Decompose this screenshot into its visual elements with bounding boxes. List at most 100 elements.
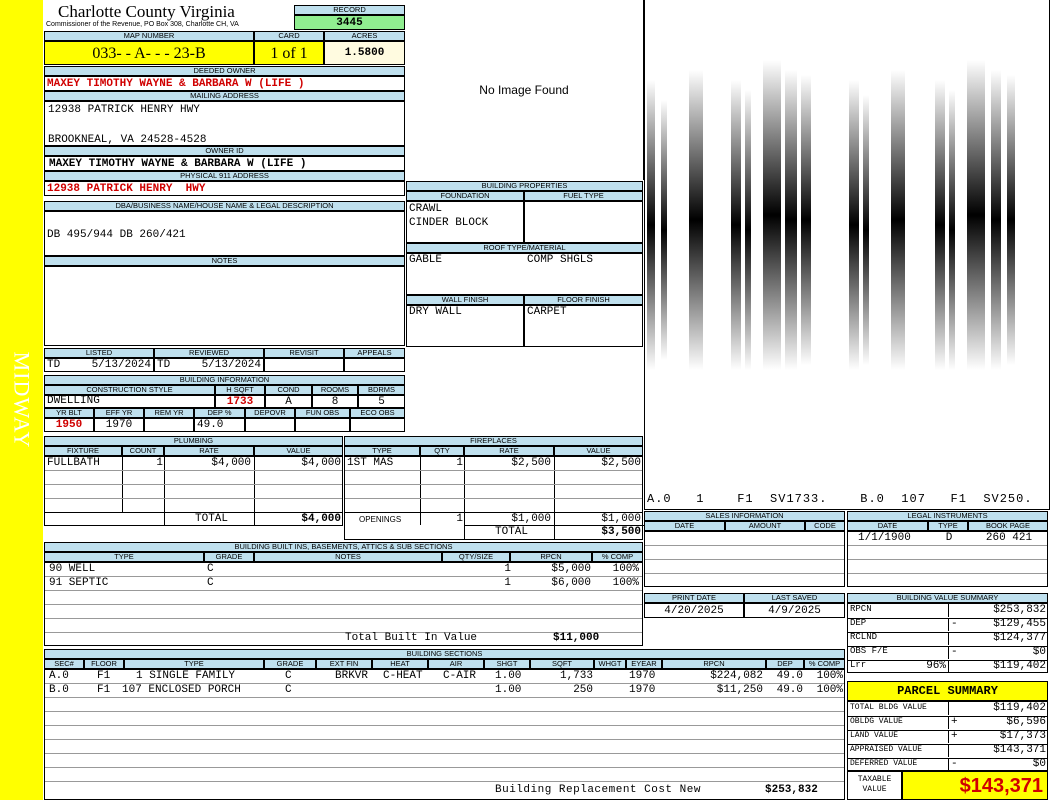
legal-col-header: BOOK PAGE — [968, 521, 1048, 531]
record-header: RECORD — [294, 5, 405, 15]
built-in-grade: C — [207, 563, 214, 575]
section-floor: F1 — [97, 684, 111, 696]
reviewed-date: 5/13/2024 — [201, 359, 261, 371]
no-image-text: No Image Found — [479, 83, 569, 97]
section-shgt: 1.00 — [495, 670, 522, 682]
taxable-label-box: TAXABLE VALUE — [847, 771, 902, 800]
cond-header: COND — [265, 385, 312, 395]
plumbing-col-header: VALUE — [254, 446, 343, 456]
built-in-type: 90 WELL — [49, 563, 96, 575]
sections-col-header: AIR — [428, 659, 484, 669]
built-ins-total-label: Total Built In Value — [345, 632, 478, 644]
section-sec: B.0 — [49, 684, 69, 696]
map-number-header: MAP NUMBER — [44, 31, 254, 41]
fireplaces-total-label: TOTAL — [495, 526, 529, 538]
sections-header: BUILDING SECTIONS — [44, 649, 845, 659]
parcel-row: OBLDG VALUE + $6,596 — [848, 716, 1047, 731]
section-sec: A.0 — [49, 670, 69, 682]
listed-box: TD 5/13/2024 — [44, 358, 154, 372]
summary-value: $253,832 — [948, 604, 1046, 617]
appeals-box — [344, 358, 405, 372]
sections-table: A.0 F1 1 SINGLE FAMILY C BRKVR C-HEAT C-… — [44, 669, 845, 800]
legal-col-header: DATE — [847, 521, 928, 531]
plumbing-table: FULLBATH 1 $4,000 $4,000 TOTAL $4,000 — [44, 456, 343, 526]
fuel-type-box — [524, 201, 643, 243]
sketch-area: A.0 1 F1 SV1733. B.0 107 F1 SV250. — [644, 0, 1050, 510]
yrblt-header: YR BLT — [44, 408, 94, 418]
mailing-line-2 — [45, 119, 404, 134]
building-properties-header: BUILDING PROPERTIES — [406, 181, 643, 191]
physical-address-box: 12938 PATRICK HENRY HWY — [44, 181, 405, 196]
neighborhood-label: MIDWAY — [9, 351, 35, 449]
fireplace-value: $2,500 — [601, 457, 641, 469]
section-sqft: 1,733 — [559, 670, 593, 682]
fuel-type-header: FUEL TYPE — [524, 191, 643, 201]
sections-col-header: DEP — [766, 659, 804, 669]
value-summary-header: BUILDING VALUE SUMMARY — [847, 593, 1048, 603]
sketch-label: SV250. — [983, 492, 1033, 506]
plumbing-header: PLUMBING — [44, 436, 343, 446]
construction-style: DWELLING — [47, 395, 100, 407]
legal-header: LEGAL INSTRUMENTS — [847, 511, 1048, 521]
depovr-header: DEPOVR — [245, 408, 295, 418]
funobs-header: FUN OBS — [295, 408, 350, 418]
summary-value: $0 — [948, 646, 1046, 659]
built-in-qty: 1 — [504, 563, 511, 575]
openings-value: $1,000 — [601, 513, 641, 525]
fireplace-type: 1ST MAS — [347, 457, 394, 469]
construction-box: DWELLING — [44, 395, 215, 408]
sales-col-header: DATE — [644, 521, 725, 531]
table-row: 91 SEPTIC C 1 $6,000 100% — [45, 577, 642, 591]
bdrms-value: 5 — [358, 395, 405, 408]
remodel-year — [144, 418, 194, 432]
legal-type: D — [945, 532, 953, 544]
table-row: 1ST MAS 1 $2,500 $2,500 — [345, 457, 642, 471]
sketch-drawing — [647, 60, 1015, 370]
card-number: 1 of 1 — [254, 41, 324, 65]
physical-address-header: PHYSICAL 911 ADDRESS — [44, 171, 405, 181]
parcel-label: LAND VALUE — [850, 731, 899, 740]
construction-style-header: CONSTRUCTION STYLE — [44, 385, 215, 395]
deeded-owner: MAXEY TIMOTHY WAYNE & BARBARA W (LIFE ) — [47, 78, 305, 90]
roof-type: GABLE — [409, 254, 443, 266]
side-strip: MIDWAY — [0, 0, 43, 800]
summary-label: RCLND — [850, 632, 878, 642]
built-in-comp: 100% — [612, 577, 639, 589]
floor-finish: CARPET — [527, 306, 567, 318]
fireplaces-total: $3,500 — [601, 526, 641, 538]
sections-col-header: % COMP — [804, 659, 845, 669]
section-floor: F1 — [97, 670, 111, 682]
section-dep: 49.0 — [776, 670, 803, 682]
built-in-rpcn: $5,000 — [551, 563, 591, 575]
table-row: B.0 F1 107 ENCLOSED PORCH C 1.00 250 197… — [45, 684, 844, 698]
record-number: 3445 — [294, 15, 405, 30]
mailing-line-1: 12938 PATRICK HENRY HWY — [48, 104, 200, 116]
summary-value: $119,402 — [948, 660, 1046, 673]
fireplace-col-header: QTY — [420, 446, 464, 456]
summary-label: OBS F/E — [850, 646, 888, 656]
parcel-value: $143,371 — [948, 744, 1046, 757]
mailing-address-header: MAILING ADDRESS — [44, 91, 405, 101]
section-rpcn: $224,082 — [710, 670, 763, 682]
plumbing-col-header: RATE — [164, 446, 254, 456]
built-ins-col-header: QTY/SIZE — [442, 552, 510, 562]
taxable-label-1: TAXABLE — [857, 775, 892, 784]
built-ins-col-header: % COMP — [592, 552, 643, 562]
revisit-box — [264, 358, 344, 372]
county-title: Charlotte County Virginia — [58, 2, 235, 21]
parcel-value: $119,402 — [948, 702, 1046, 715]
dba-header: DBA/BUSINESS NAME/HOUSE NAME & LEGAL DES… — [44, 201, 405, 211]
dep-override — [245, 418, 295, 432]
section-rpcn: $11,250 — [716, 684, 763, 696]
building-info-header: BUILDING INFORMATION — [44, 375, 405, 385]
deeded-owner-box: MAXEY TIMOTHY WAYNE & BARBARA W (LIFE ) — [44, 76, 405, 91]
taxable-label-2: VALUE — [862, 785, 887, 794]
built-ins-table: 90 WELL C 1 $5,000 100% 91 SEPTIC C 1 $6… — [44, 562, 643, 646]
sections-col-header: SHGT — [484, 659, 530, 669]
depreciation: 49.0 — [194, 418, 245, 432]
map-number: 033- - A- - - 23-B — [44, 41, 254, 65]
openings-label: OPENINGS — [359, 515, 402, 524]
acres-header: ACRES — [324, 31, 405, 41]
rooms-header: ROOMS — [312, 385, 358, 395]
legal-book-page: 260 421 — [985, 532, 1033, 544]
